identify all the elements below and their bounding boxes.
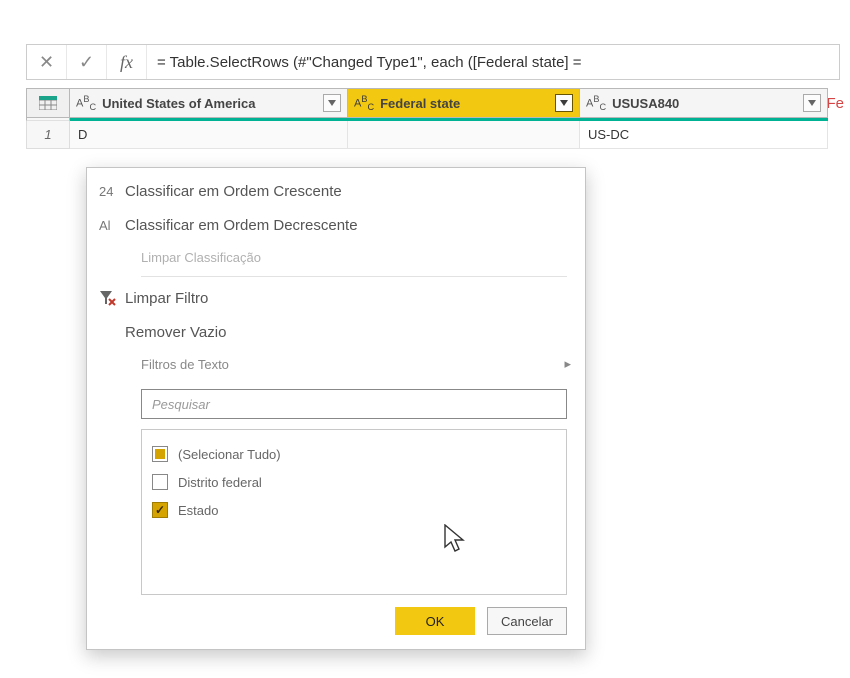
filter-search-input[interactable]: Pesquisar: [141, 389, 567, 419]
cell-us[interactable]: D: [70, 121, 348, 149]
search-placeholder: Pesquisar: [152, 397, 210, 412]
column-filter-button[interactable]: [555, 94, 573, 112]
column-label: USUSA840: [612, 96, 803, 111]
table-corner-icon[interactable]: [26, 88, 70, 118]
ok-button[interactable]: OK: [395, 607, 475, 635]
filter-value-item[interactable]: Distrito federal: [152, 468, 556, 496]
column-header-federal-state[interactable]: ABC Federal state: [348, 88, 580, 118]
filter-value-item[interactable]: Estado: [152, 496, 556, 524]
column-header-us[interactable]: ABC United States of America: [70, 88, 348, 118]
chevron-right-icon: ▸: [564, 356, 571, 372]
column-filter-button[interactable]: [323, 94, 341, 112]
table-row: 1 D US-DC: [26, 121, 850, 149]
cancel-button[interactable]: Cancelar: [487, 607, 567, 635]
formula-bar: ✕ ✓ fx = Table.SelectRows (#"Changed Typ…: [26, 44, 840, 80]
text-filters[interactable]: Filtros de Texto ▸: [87, 349, 585, 379]
remove-empty[interactable]: Remover Vazio: [87, 315, 585, 349]
cell-federal-state[interactable]: [348, 121, 580, 149]
fx-icon[interactable]: fx: [107, 45, 147, 79]
sort-descending[interactable]: Al Classificar em Ordem Decrescente: [87, 208, 585, 242]
select-all-item[interactable]: (Selecionar Tudo): [152, 440, 556, 468]
select-all-label: (Selecionar Tudo): [178, 447, 281, 462]
clear-sort: Limpar Classificação: [87, 242, 585, 272]
sort-desc-icon: Al: [99, 218, 125, 233]
type-text-icon: ABC: [586, 94, 606, 112]
formula-cancel-icon[interactable]: ✕: [27, 45, 67, 79]
column-label: Federal state: [380, 96, 555, 111]
cell-ususa[interactable]: US-DC: [580, 121, 828, 149]
text-filters-label: Filtros de Texto: [141, 357, 229, 372]
remove-empty-label: Remover Vazio: [125, 324, 575, 341]
type-text-icon: ABC: [354, 94, 374, 112]
sort-desc-label: Classificar em Ordem Decrescente: [125, 217, 575, 234]
clear-filter-icon: [99, 290, 125, 306]
clear-filter[interactable]: Limpar Filtro: [87, 281, 585, 315]
filter-values-list: (Selecionar Tudo) Distrito federal Estad…: [141, 429, 567, 595]
type-text-icon: ABC: [76, 94, 96, 112]
row-number[interactable]: 1: [26, 121, 70, 149]
filter-value-label: Estado: [178, 503, 218, 518]
sort-asc-icon: 24: [99, 184, 125, 199]
checkbox-checked-icon[interactable]: [152, 502, 168, 518]
checkbox-indeterminate-icon[interactable]: [152, 446, 168, 462]
sort-ascending[interactable]: 24 Classificar em Ordem Crescente: [87, 174, 585, 208]
column-header-ususa[interactable]: ABC USUSA840: [580, 88, 828, 118]
formula-commit-icon[interactable]: ✓: [67, 45, 107, 79]
column-filter-menu: 24 Classificar em Ordem Crescente Al Cla…: [86, 167, 586, 650]
column-filter-button[interactable]: [803, 94, 821, 112]
clear-filter-label: Limpar Filtro: [125, 290, 575, 307]
column-label: United States of America: [102, 96, 323, 111]
formula-text[interactable]: = Table.SelectRows (#"Changed Type1", ea…: [147, 54, 839, 71]
filter-value-label: Distrito federal: [178, 475, 262, 490]
sort-asc-label: Classificar em Ordem Crescente: [125, 183, 575, 200]
data-grid: ABC United States of America ABC Federal…: [26, 88, 850, 149]
checkbox-unchecked-icon[interactable]: [152, 474, 168, 490]
